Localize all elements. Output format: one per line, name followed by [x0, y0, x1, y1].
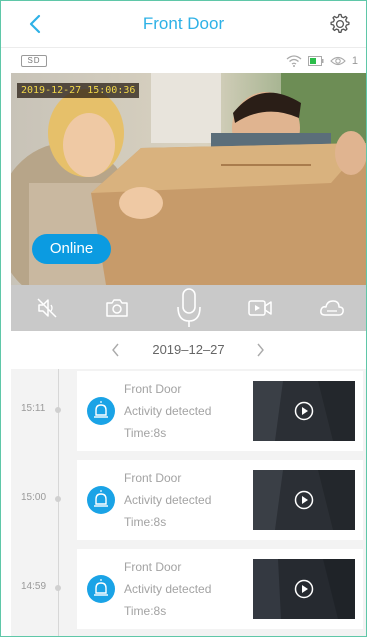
viewer-count: 1: [351, 55, 358, 67]
alarm-siren-icon: [87, 486, 115, 514]
microphone-icon[interactable]: [174, 287, 204, 329]
snapshot-camera-icon[interactable]: [104, 295, 130, 321]
event-duration: Time:8s: [124, 604, 167, 618]
event-card[interactable]: Front Door Activity detected Time:8s: [77, 460, 363, 540]
video-control-bar: [11, 285, 366, 331]
cloud-storage-icon[interactable]: [319, 295, 345, 321]
date-selector: 2019–12–27: [11, 331, 366, 369]
status-icons: 1: [286, 54, 358, 68]
header-bar: Front Door: [1, 1, 366, 47]
next-date-chevron-icon[interactable]: [253, 341, 267, 359]
wifi-icon: [286, 55, 302, 67]
status-strip: SD 1: [1, 47, 366, 73]
event-camera-name: Front Door: [124, 560, 182, 574]
event-time: 15:00: [21, 492, 47, 503]
event-card[interactable]: Front Door Activity detected Time:8s: [77, 371, 363, 451]
event-camera-name: Front Door: [124, 471, 182, 485]
play-button-icon[interactable]: [294, 579, 314, 599]
timeline-dot: [55, 407, 61, 413]
event-time: 14:59: [21, 581, 47, 592]
alarm-siren-icon: [87, 575, 115, 603]
app-window: Front Door SD 1 2019-12-27 15:00:36 Onli…: [0, 0, 367, 637]
event-thumbnail[interactable]: [253, 559, 355, 619]
event-thumbnail[interactable]: [253, 381, 355, 441]
alarm-siren-icon: [87, 397, 115, 425]
play-button-icon[interactable]: [294, 490, 314, 510]
selected-date: 2019–12–27: [152, 342, 225, 357]
event-card[interactable]: Front Door Activity detected Time:8s: [77, 549, 363, 629]
event-message: Activity detected: [124, 582, 212, 596]
mute-speaker-icon[interactable]: [34, 295, 60, 321]
video-timestamp: 2019-12-27 15:00:36: [17, 83, 140, 98]
online-status-badge: Online: [32, 234, 111, 264]
battery-icon: [307, 56, 324, 66]
timeline-dot: [55, 496, 61, 502]
event-duration: Time:8s: [124, 426, 167, 440]
eye-icon: [330, 56, 346, 66]
event-camera-name: Front Door: [124, 382, 182, 396]
event-thumbnail[interactable]: [253, 470, 355, 530]
event-message: Activity detected: [124, 404, 212, 418]
event-item[interactable]: 15:00 Front Door Activity detected Time:…: [11, 458, 366, 540]
record-video-icon[interactable]: [247, 295, 273, 321]
event-timeline: 15:11 Front Door Activity detected Time:…: [11, 369, 366, 636]
play-button-icon[interactable]: [294, 401, 314, 421]
sd-card-badge: SD: [21, 55, 47, 67]
event-item[interactable]: 15:11 Front Door Activity detected Time:…: [11, 369, 366, 451]
page-title: Front Door: [142, 14, 225, 33]
event-message: Activity detected: [124, 493, 212, 507]
event-duration: Time:8s: [124, 515, 167, 529]
timeline-dot: [55, 585, 61, 591]
event-time: 15:11: [21, 403, 46, 414]
event-item[interactable]: 14:59 Front Door Activity detected Time:…: [11, 547, 366, 629]
settings-gear-icon[interactable]: [328, 12, 352, 36]
